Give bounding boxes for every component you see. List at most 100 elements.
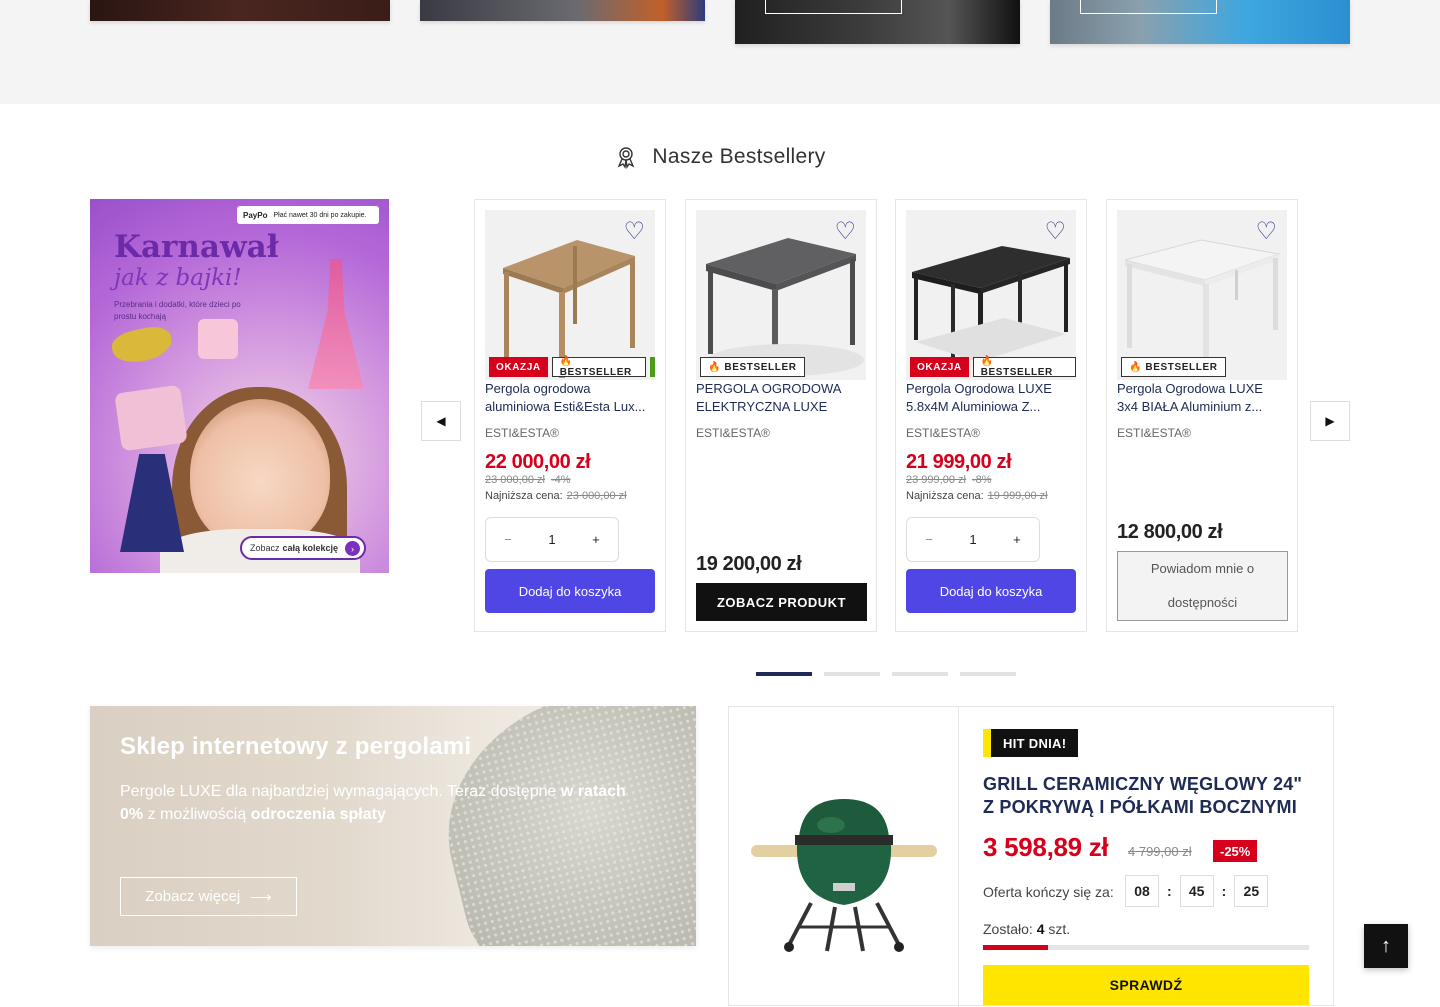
lowest-price-label: Najniższa cena: (485, 490, 563, 502)
carnival-promo-banner[interactable]: PayPo Płać nawet 30 dni po zakupie. Karn… (90, 199, 389, 573)
wishlist-heart-icon[interactable]: ♡ (1044, 220, 1066, 244)
bestseller-badge: 🔥 BESTSELLER (700, 357, 805, 377)
banner-desc-part2: z możliwością (143, 806, 251, 823)
bestseller-badge: 🔥 BESTSELLER (551, 356, 646, 378)
carousel-next-button[interactable]: ▶ (1310, 401, 1350, 441)
bestseller-badge: 🔥 BESTSELLER (1121, 357, 1226, 377)
see-more-button[interactable]: Zobacz więcej ⟶ (120, 877, 297, 916)
category-tile-4[interactable] (1050, 0, 1350, 44)
countdown-separator: : (1167, 883, 1172, 899)
section-title: Nasze Bestsellery (652, 145, 826, 168)
wishlist-heart-icon[interactable]: ♡ (1255, 220, 1277, 244)
bag-illustration (198, 319, 238, 359)
pergola-shop-banner: Sklep internetowy z pergolami Pergole LU… (90, 706, 696, 946)
arrow-right-icon: ⟶ (250, 888, 272, 906)
stock-remaining-label: Zostało: (983, 921, 1033, 937)
countdown-seconds: 25 (1234, 875, 1269, 907)
paypo-text: Płać nawet 30 dni po zakupie. (273, 211, 367, 219)
wishlist-heart-icon[interactable]: ♡ (623, 220, 645, 244)
chevron-right-icon: ▶ (1325, 414, 1335, 428)
deal-product-title[interactable]: GRILL CERAMICZNY WĘGLOWY 24" Z POKRYWĄ I… (983, 773, 1313, 819)
quantity-stepper[interactable]: − 1 + (485, 517, 619, 562)
quantity-value[interactable]: 1 (969, 532, 976, 547)
product-name[interactable]: Pergola Ogrodowa LUXE 5.8x4M Aluminiowa … (906, 380, 1076, 416)
see-more-label: Zobacz więcej (145, 888, 241, 905)
stock-remaining-count: 4 (1036, 921, 1045, 937)
lowest-price: Najniższa cena: 19 999,00 zł (906, 490, 1048, 502)
lowest-price-value: 19 999,00 zł (987, 490, 1048, 502)
category-tiles-strip (0, 0, 1440, 104)
plus-icon[interactable]: + (1013, 532, 1021, 547)
notify-availability-button[interactable]: Powiadom mnie o dostępności (1117, 551, 1288, 621)
product-old-price: 23 999,00 zł -8% (906, 474, 992, 486)
discount-value: -4% (550, 474, 571, 486)
countdown-label: Oferta kończy się za: (983, 884, 1114, 900)
product-card[interactable]: ♡ OKAZJA 🔥 BESTSELLER Pergola ogrodowa a… (474, 199, 666, 632)
countdown-hours: 08 (1125, 875, 1159, 907)
product-card[interactable]: ♡ 🔥 BESTSELLER PERGOLA OGRODOWA ELEKTRYC… (685, 199, 877, 632)
promo-collection-button[interactable]: Zobacz całą kolekcję › (240, 536, 366, 560)
product-card[interactable]: ♡ OKAZJA 🔥 BESTSELLER Pergola Ogrodowa L… (895, 199, 1087, 632)
product-name[interactable]: Pergola Ogrodowa LUXE 3x4 BIAŁA Aluminiu… (1117, 380, 1287, 416)
countdown-timer: 08 : 45 : 25 (1125, 875, 1269, 907)
category-tile-1[interactable] (90, 0, 390, 21)
product-image[interactable]: ♡ OKAZJA 🔥 BESTSELLER (485, 210, 655, 380)
lowest-price-label: Najniższa cena: (906, 490, 984, 502)
stock-progress-fill (983, 945, 1049, 950)
product-name[interactable]: PERGOLA OGRODOWA ELEKTRYCZNA LUXE 3X4M..… (696, 380, 866, 416)
stock-remaining-unit: szt. (1048, 921, 1071, 937)
product-price: 12 800,00 zł (1117, 521, 1223, 543)
carousel-dot[interactable] (960, 672, 1016, 676)
deal-discount-badge: -25% (1213, 840, 1258, 862)
add-to-cart-button[interactable]: Dodaj do koszyka (485, 569, 655, 613)
old-price-value: 23 999,00 zł (906, 474, 966, 486)
product-image[interactable]: ♡ OKAZJA 🔥 BESTSELLER (906, 210, 1076, 380)
product-image[interactable]: ♡ 🔥 BESTSELLER (696, 210, 866, 380)
category-tile-2[interactable] (420, 0, 705, 21)
product-brand: ESTI&ESTA® (906, 426, 980, 440)
back-to-top-button[interactable]: ↑ (1364, 924, 1408, 968)
promo-title: Karnawał (114, 229, 279, 265)
old-price-value: 23 000,00 zł (485, 474, 545, 486)
carousel-dot[interactable] (892, 672, 948, 676)
product-card[interactable]: ♡ 🔥 BESTSELLER Pergola Ogrodowa LUXE 3x4… (1106, 199, 1298, 632)
girl-face-illustration (190, 399, 330, 549)
mask-illustration (109, 323, 175, 367)
wishlist-heart-icon[interactable]: ♡ (834, 220, 856, 244)
hit-dnia-badge: HIT DNIA! (983, 729, 1079, 757)
check-deal-button[interactable]: SPRAWDŹ (983, 965, 1309, 1005)
banner-desc-part1: Pergole LUXE dla najbardziej wymagającyc… (120, 783, 561, 800)
product-old-price: 23 000,00 zł -4% (485, 474, 571, 486)
banner-description: Pergole LUXE dla najbardziej wymagającyc… (120, 780, 650, 826)
bestseller-badge: 🔥 BESTSELLER (972, 356, 1076, 378)
paypo-badge: PayPo Płać nawet 30 dni po zakupie. (237, 206, 379, 224)
chevron-left-icon: ◀ (436, 414, 446, 428)
category-tile-3[interactable] (735, 0, 1020, 44)
deal-old-price: 4 799,00 zł (1128, 844, 1192, 859)
plus-icon[interactable]: + (592, 532, 600, 547)
fairy-dress-illustration (308, 259, 364, 389)
minus-icon[interactable]: − (504, 532, 512, 547)
product-brand: ESTI&ESTA® (696, 426, 770, 440)
category-tile-button[interactable] (765, 0, 902, 14)
deal-image-panel[interactable] (729, 707, 959, 1007)
category-tile-button[interactable] (1080, 0, 1217, 14)
paypo-logo: PayPo (243, 210, 268, 220)
view-product-button[interactable]: ZOBACZ PRODUKT (696, 583, 867, 621)
lowest-price-value: 23 000,00 zł (566, 490, 627, 502)
chevron-right-icon: › (345, 541, 360, 556)
carousel-dot[interactable] (824, 672, 880, 676)
product-name[interactable]: Pergola ogrodowa aluminiowa Esti&Esta Lu… (485, 380, 655, 416)
product-price: 21 999,00 zł (906, 451, 1012, 473)
quantity-value[interactable]: 1 (548, 532, 555, 547)
carousel-dot[interactable] (756, 672, 812, 676)
minus-icon[interactable]: − (925, 532, 933, 547)
promo-subtitle: jak z bajki! (114, 265, 242, 291)
okazja-badge: OKAZJA (910, 357, 969, 377)
product-brand: ESTI&ESTA® (1117, 426, 1191, 440)
product-image[interactable]: ♡ 🔥 BESTSELLER (1117, 210, 1287, 380)
add-to-cart-button[interactable]: Dodaj do koszyka (906, 569, 1076, 613)
quantity-stepper[interactable]: − 1 + (906, 517, 1040, 562)
ceramic-grill-image (751, 799, 937, 952)
carousel-prev-button[interactable]: ◀ (421, 401, 461, 441)
